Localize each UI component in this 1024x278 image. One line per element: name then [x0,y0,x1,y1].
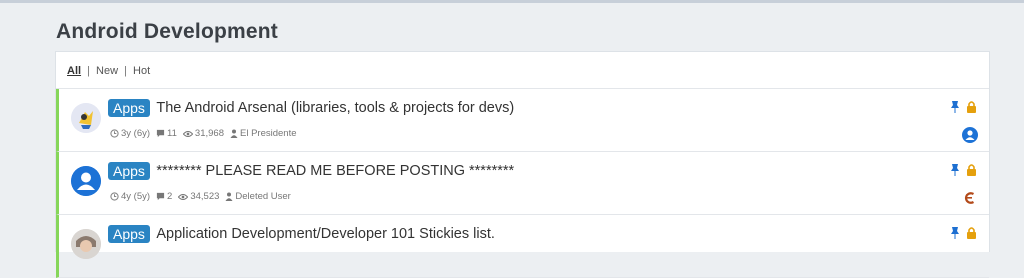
top-bar [0,0,1024,3]
topic-age-text: 3y (6y) [121,128,151,139]
author-name-link[interactable]: El Presidente [240,128,297,139]
user-icon [225,192,233,201]
topic-row[interactable]: Apps ******** PLEASE READ ME BEFORE POST… [56,152,989,215]
page-title: Android Development [56,20,278,43]
topic-filter-bar: All | New | Hot [56,52,989,89]
topic-title-link[interactable]: Application Development/Developer 101 St… [156,226,495,242]
topic-list-panel: All | New | Hot Apps The Android Arsenal… [55,51,990,278]
author-name-link[interactable]: Deleted User [235,191,290,202]
author-avatar[interactable] [71,103,101,133]
clock-icon [110,129,119,138]
filter-new-link[interactable]: New [96,65,118,77]
pin-icon [951,227,959,239]
filter-hot-link[interactable]: Hot [133,65,150,77]
topic-row[interactable]: Apps Application Development/Developer 1… [56,215,989,278]
lock-icon [967,101,976,113]
topic-author: El Presidente [230,128,297,139]
topic-status-icons [950,226,977,239]
topic-title-link[interactable]: ******** PLEASE READ ME BEFORE POSTING *… [156,163,514,179]
category-badge[interactable]: Apps [108,225,150,243]
topic-views: 34,523 [178,191,219,202]
topic-row[interactable]: Apps The Android Arsenal (libraries, too… [56,89,989,152]
last-poster-user-icon[interactable] [962,127,978,143]
topic-replies: 2 [156,191,172,202]
reply-count: 11 [167,128,177,139]
pin-icon [951,164,959,176]
user-icon [230,129,238,138]
filter-separator: | [124,65,127,77]
author-avatar[interactable] [71,166,101,196]
topic-meta: 3y (6y) 11 31,968 El Presidente [110,128,303,139]
topic-age: 4y (5y) [110,191,150,202]
lock-icon [967,227,976,239]
topic-status-icons [950,163,977,176]
last-poster-avatar-icon[interactable] [962,190,978,206]
topic-author: Deleted User [225,191,291,202]
topic-status-icons [950,100,977,113]
topic-views: 31,968 [182,128,224,139]
topic-age-text: 4y (5y) [121,191,151,202]
comment-icon [156,192,165,201]
topic-meta: 4y (5y) 2 34,523 Deleted User [110,191,297,202]
category-badge[interactable]: Apps [108,99,150,117]
clock-icon [110,192,119,201]
author-avatar[interactable] [71,229,101,259]
filter-all-link[interactable]: All [67,65,81,77]
topic-age: 3y (6y) [110,128,150,139]
eye-icon [182,130,193,137]
topic-title-link[interactable]: The Android Arsenal (libraries, tools & … [156,100,514,116]
eye-icon [178,193,189,200]
category-badge[interactable]: Apps [108,162,150,180]
lock-icon [967,164,976,176]
pin-icon [951,101,959,113]
view-count: 31,968 [194,128,224,139]
filter-separator: | [87,65,90,77]
reply-count: 2 [167,191,173,202]
comment-icon [156,129,165,138]
view-count: 34,523 [190,191,220,202]
topic-replies: 11 [156,128,177,139]
